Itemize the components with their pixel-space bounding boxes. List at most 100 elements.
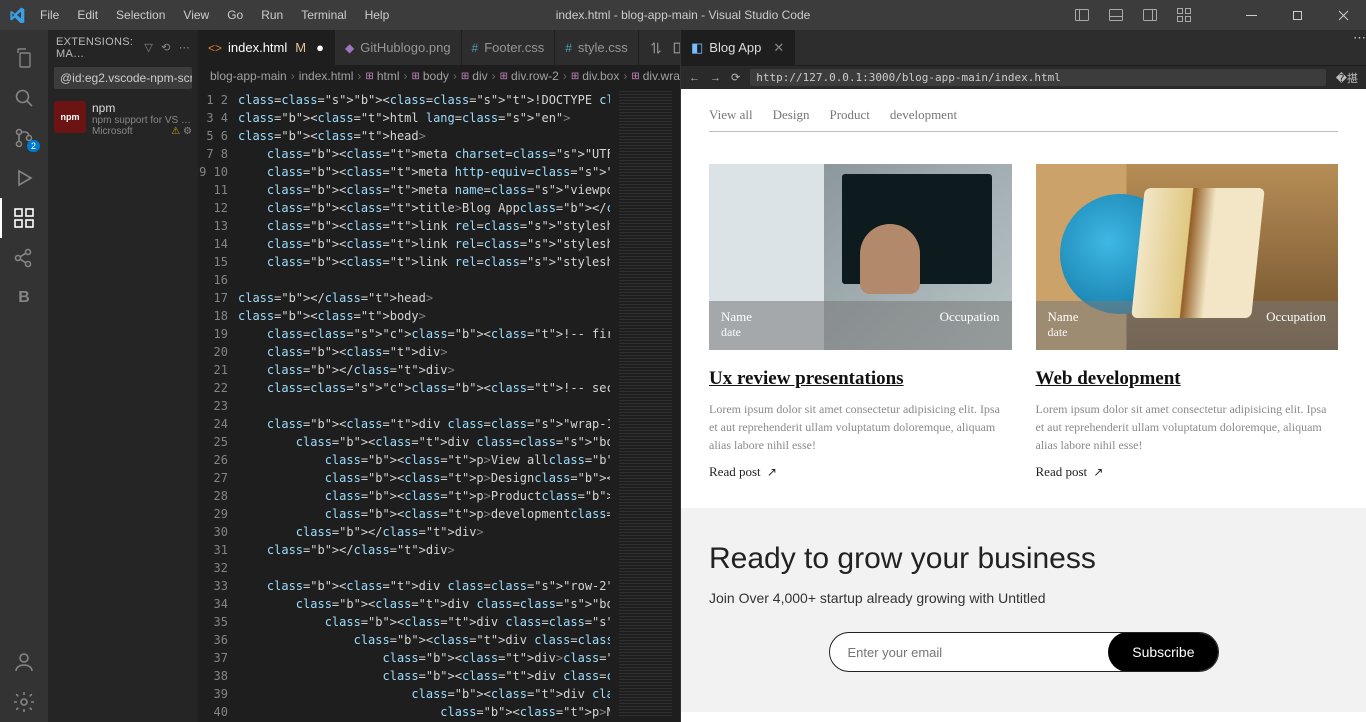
accounts-icon[interactable] (0, 642, 48, 682)
breadcrumb-item[interactable]: ⊞div (461, 69, 488, 83)
subscribe-button[interactable]: Subscribe (1108, 632, 1218, 672)
forward-icon[interactable]: → (710, 72, 721, 84)
preview-body: View all Design Product development Namedat… (681, 89, 1366, 722)
source-control-icon[interactable]: 2 (0, 118, 48, 158)
card-title[interactable]: Web development (1036, 368, 1339, 390)
editor-group: <> index.html M ● ◆ GitHublogo.png #Footer.css… (198, 30, 680, 722)
more-actions-icon[interactable]: ⋯ (1353, 30, 1366, 45)
file-icon: # (472, 41, 479, 55)
modified-indicator: M (295, 40, 306, 55)
toggle-sidebar-icon[interactable] (1074, 7, 1098, 23)
file-icon: ◆ (345, 41, 354, 55)
filter-icon[interactable]: ▽ (144, 41, 153, 54)
author-name: Name (1048, 309, 1079, 325)
search-icon[interactable] (0, 78, 48, 118)
url-bar[interactable]: http://127.0.0.1:3000/blog-app-main/inde… (750, 69, 1326, 86)
external-link-icon: ↗ (767, 465, 777, 479)
extensions-icon[interactable] (0, 198, 48, 238)
tab-style-css[interactable]: #style.css (555, 30, 639, 65)
post-date: date (1048, 325, 1079, 340)
tab-label: GitHublogo.png (360, 40, 450, 55)
settings-gear-icon[interactable] (0, 682, 48, 722)
email-input[interactable] (830, 645, 1109, 660)
breadcrumb[interactable]: blog-app-main›index.html›⊞html›⊞body›⊞di… (198, 65, 680, 87)
dirty-dot-icon: ● (316, 40, 324, 55)
tab-label: style.css (578, 40, 628, 55)
toggle-panel-icon[interactable] (1108, 7, 1132, 23)
extension-publisher: Microsoft (92, 126, 133, 137)
split-editor-icon[interactable] (673, 41, 680, 55)
cta-subtext: Join Over 4,000+ startup already growing… (709, 590, 1338, 606)
preview-tab[interactable]: ◧ Blog App ✕ (681, 30, 795, 65)
tab-GitHublogo-png[interactable]: ◆ GitHublogo.png (335, 30, 462, 65)
maximize-button[interactable] (1274, 0, 1320, 30)
nav-product[interactable]: Product (829, 107, 869, 123)
minimize-button[interactable] (1228, 0, 1274, 30)
menu-terminal[interactable]: Terminal (293, 4, 354, 26)
read-post-link[interactable]: Read post ↗ (1036, 464, 1339, 480)
toggle-secondary-sidebar-icon[interactable] (1142, 7, 1166, 23)
line-numbers: 1 2 3 4 5 6 7 8 9 10 11 12 13 14 15 16 1… (198, 87, 238, 722)
editor-tab-actions[interactable]: ⋯ (639, 30, 680, 65)
run-debug-icon[interactable] (0, 158, 48, 198)
breadcrumb-item[interactable]: index.html (299, 69, 354, 83)
external-link-icon: ↗ (1093, 465, 1103, 479)
read-post-link[interactable]: Read post ↗ (709, 464, 1012, 480)
nav-view-all[interactable]: View all (709, 107, 753, 123)
breadcrumb-item[interactable]: blog-app-main (210, 69, 287, 83)
extension-item[interactable]: npm npm npm support for VS Code Microsof… (48, 95, 198, 143)
breadcrumb-item[interactable]: ⊞body (411, 69, 448, 83)
extensions-sidebar: EXTENSIONS: MA… ▽ ⟲ ⋯ @id:eg2.vscode-npm… (48, 30, 198, 722)
compare-changes-icon[interactable] (649, 41, 663, 55)
subscribe-form: Subscribe (829, 632, 1219, 672)
close-button[interactable] (1320, 0, 1366, 30)
reload-icon[interactable]: ⟳ (731, 71, 740, 84)
card-title[interactable]: Ux review presentations (709, 368, 1012, 390)
tab-Footer-css[interactable]: #Footer.css (462, 30, 556, 65)
cta-heading: Ready to grow your business (709, 542, 1338, 576)
layout-controls[interactable] (1074, 7, 1200, 23)
extension-gear-icon[interactable]: ⚙ (183, 126, 192, 137)
card-blurb: Lorem ipsum dolor sit amet consectetur a… (1036, 400, 1339, 454)
vscode-logo-icon (8, 6, 26, 24)
minimap[interactable] (610, 87, 680, 722)
open-external-icon[interactable]: �揕 (1336, 70, 1358, 86)
menu-file[interactable]: File (32, 4, 67, 26)
nav-design[interactable]: Design (773, 107, 810, 123)
nav-development[interactable]: development (890, 107, 957, 123)
menu-edit[interactable]: Edit (69, 4, 106, 26)
breadcrumb-item[interactable]: ⊞div.row-2 (500, 69, 559, 83)
extensions-search-input[interactable]: @id:eg2.vscode-npm-script (54, 67, 192, 89)
main-menu: FileEditSelectionViewGoRunTerminalHelp (32, 4, 397, 26)
customize-layout-icon[interactable] (1176, 7, 1200, 23)
blog-card: Namedate Occupation Web development Lorem i… (1036, 164, 1339, 480)
tab-index-html[interactable]: <> index.html M ● (198, 30, 335, 65)
menu-run[interactable]: Run (253, 4, 291, 26)
window-title: index.html - blog-app-main - Visual Stud… (556, 8, 811, 22)
live-share-icon[interactable] (0, 238, 48, 278)
bold-icon[interactable]: B (0, 278, 48, 318)
card-image: NamedateOccupation (709, 164, 1012, 350)
refresh-icon[interactable]: ⟲ (161, 41, 171, 54)
code-editor[interactable]: class=class="s">"b"><class=class="s">"t"… (238, 87, 610, 722)
menu-view[interactable]: View (175, 4, 217, 26)
card-overlay: Namedate Occupation (1036, 301, 1339, 350)
more-icon[interactable]: ⋯ (179, 41, 190, 54)
breadcrumb-item[interactable]: ⊞html (365, 69, 399, 83)
explorer-icon[interactable] (0, 38, 48, 78)
menu-selection[interactable]: Selection (108, 4, 173, 26)
tab-label: index.html (228, 40, 287, 55)
close-icon[interactable]: ✕ (773, 40, 784, 56)
preview-tab-actions[interactable]: ⋯ (1353, 30, 1366, 65)
preview-panel: ◧ Blog App ✕ ⋯ ← → ⟳ http://127.0.0.1:30… (680, 30, 1366, 722)
menu-help[interactable]: Help (357, 4, 398, 26)
author-occupation: Occupation (1266, 309, 1326, 325)
warning-icon: ⚠ (171, 126, 180, 137)
breadcrumb-item[interactable]: ⊞div.wrap (631, 69, 680, 83)
extension-desc: npm support for VS Code (92, 115, 192, 126)
back-icon[interactable]: ← (689, 72, 700, 84)
breadcrumb-item[interactable]: ⊞div.box (571, 69, 620, 83)
file-icon: <> (208, 41, 222, 55)
cta-section: Ready to grow your business Join Over 4,… (681, 508, 1366, 712)
menu-go[interactable]: Go (219, 4, 251, 26)
